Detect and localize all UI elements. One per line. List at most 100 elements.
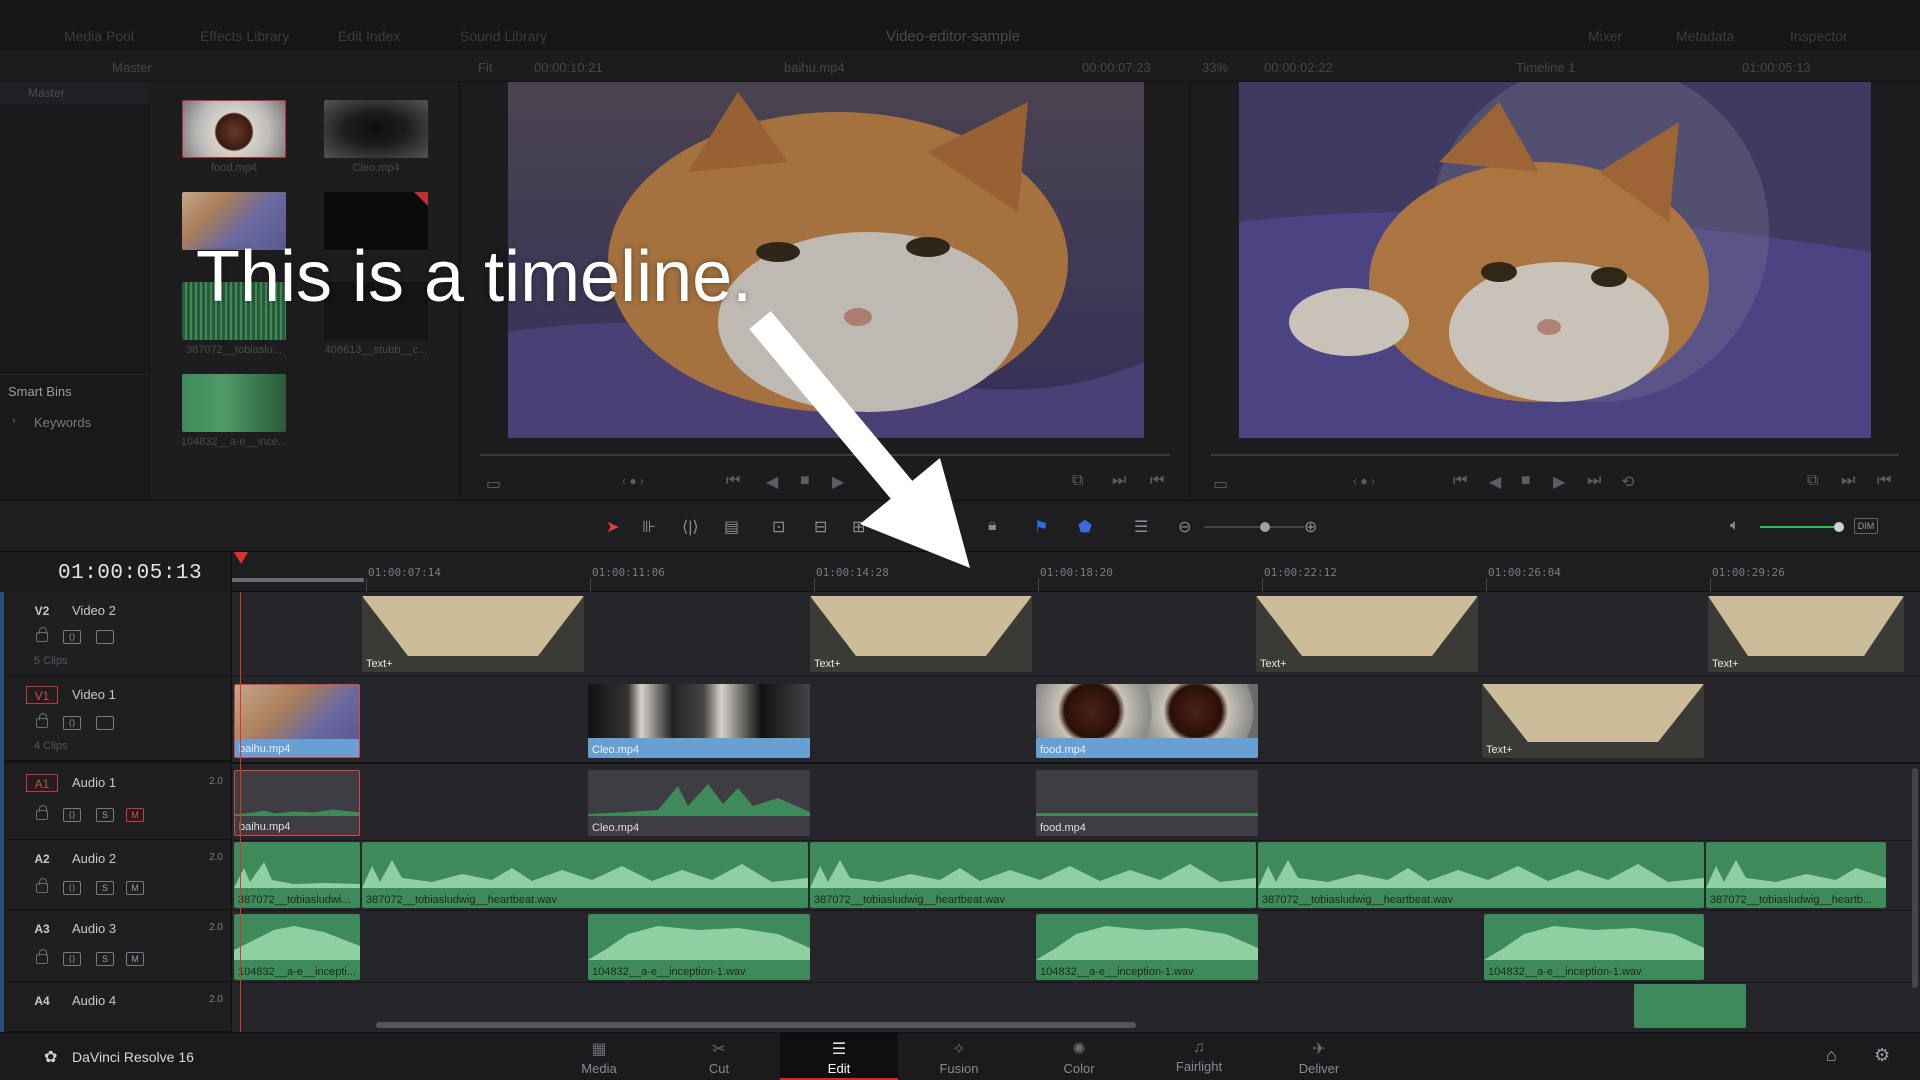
video-clip[interactable]: baihu.mp4	[234, 684, 360, 758]
mark-out-icon[interactable]: ⏭	[1112, 472, 1126, 490]
track-name[interactable]: Audio 4	[72, 993, 116, 1008]
auto-select-icon[interactable]: ⟨⟩	[63, 716, 81, 730]
text-clip[interactable]: Text+	[1708, 596, 1904, 672]
jog-icon[interactable]: ‹ ● ›	[622, 474, 644, 488]
zoom-in-icon[interactable]: ⊕	[1304, 517, 1317, 537]
solo-button[interactable]: S	[96, 808, 114, 822]
stop-icon[interactable]: ■	[1521, 472, 1531, 490]
match-frame-icon[interactable]: ⧉	[1807, 472, 1818, 490]
page-cut[interactable]: ✂ Cut	[660, 1033, 778, 1080]
lock-icon[interactable]	[36, 627, 48, 642]
audio-clip[interactable]: 387072__tobiasludwig__heartbeat.wav	[1258, 842, 1704, 908]
track-id[interactable]: A3	[26, 920, 58, 938]
vertical-scrollbar[interactable]	[1912, 768, 1918, 988]
auto-select-icon[interactable]: ⟨⟩	[63, 808, 81, 822]
track-id[interactable]: A2	[26, 850, 58, 868]
effects-library-tab[interactable]: Effects Library	[200, 28, 289, 44]
audio-clip[interactable]: 387072__tobiasludwig__heartb...	[1706, 842, 1886, 908]
lock-icon[interactable]	[36, 949, 48, 964]
timeline-tracks[interactable]: Text+ Text+ Text+ Text+ baihu.mp4 Cleo.m…	[232, 592, 1920, 1032]
horizontal-scrollbar[interactable]	[376, 1022, 1136, 1028]
link-lock-icon[interactable]: 🔒︎	[988, 517, 997, 535]
mixer-tab[interactable]: Mixer	[1588, 28, 1622, 44]
inspector-tab[interactable]: Inspector	[1790, 28, 1848, 44]
page-fairlight[interactable]: ♫ Fairlight	[1140, 1033, 1258, 1080]
keywords-bin[interactable]: Keywords	[34, 415, 91, 430]
flag-icon[interactable]: ⚑	[1034, 517, 1048, 537]
text-clip[interactable]: Text+	[1256, 596, 1478, 672]
text-clip[interactable]: Text+	[362, 596, 584, 672]
metadata-tab[interactable]: Metadata	[1676, 28, 1734, 44]
timeline-dropdown[interactable]: Timeline 1	[1516, 60, 1575, 75]
audio-clip[interactable]: 387072__tobiasludwig__heartbeat.wav	[810, 842, 1256, 908]
page-deliver[interactable]: ✈ Deliver	[1260, 1033, 1378, 1080]
audio-clip[interactable]: 104832__a-e__inception-1.wav	[1484, 914, 1704, 980]
page-edit[interactable]: ☰ Edit	[780, 1033, 898, 1080]
selection-tool-icon[interactable]: ➤	[606, 517, 619, 537]
clip-thumbnail[interactable]	[182, 100, 286, 158]
audio-clip[interactable]: baihu.mp4	[234, 770, 360, 836]
audio-clip-thumbnail[interactable]	[182, 374, 286, 432]
home-icon[interactable]: ⌂	[1826, 1045, 1837, 1066]
media-pool-tab[interactable]: Media Pool	[64, 28, 134, 44]
video-clip[interactable]: Cleo.mp4	[588, 684, 810, 758]
skip-end-icon[interactable]: ⏭	[1587, 472, 1601, 490]
mute-button[interactable]: M	[126, 952, 144, 966]
mute-button[interactable]: M	[126, 808, 144, 822]
lock-icon[interactable]	[36, 805, 48, 820]
track-id[interactable]: V2	[26, 602, 58, 620]
timeline-ruler[interactable]: 01:00:07:14 01:00:11:06 01:00:14:28 01:0…	[232, 552, 1920, 592]
gear-icon[interactable]: ⚙	[1874, 1045, 1890, 1066]
video-clip[interactable]: food.mp4	[1036, 684, 1258, 758]
text-clip[interactable]: Text+	[1482, 684, 1704, 758]
play-icon[interactable]: ▶	[1553, 472, 1565, 492]
zoom-slider[interactable]	[1204, 526, 1304, 528]
lock-icon[interactable]	[36, 713, 48, 728]
playhead-handle[interactable]	[234, 552, 248, 566]
mark-in-icon[interactable]: ⏮	[1877, 472, 1891, 490]
viewer-options-icon[interactable]: ▭	[1213, 474, 1228, 494]
clip-thumbnail[interactable]	[324, 100, 428, 158]
edit-index-tab[interactable]: Edit Index	[338, 28, 400, 44]
track-name[interactable]: Audio 3	[72, 921, 116, 936]
play-reverse-icon[interactable]: ◀	[1489, 472, 1501, 492]
dim-button[interactable]: DIM	[1854, 518, 1878, 534]
audio-clip[interactable]: food.mp4	[1036, 770, 1258, 836]
track-name[interactable]: Video 1	[72, 687, 116, 702]
mute-button[interactable]: M	[126, 881, 144, 895]
text-clip[interactable]: Text+	[810, 596, 1032, 672]
page-media[interactable]: ▦ Media	[540, 1033, 658, 1080]
auto-select-icon[interactable]: ⟨⟩	[63, 881, 81, 895]
skip-start-icon[interactable]: ⏮	[1453, 472, 1467, 490]
track-name[interactable]: Audio 1	[72, 775, 116, 790]
sound-library-tab[interactable]: Sound Library	[460, 28, 547, 44]
mark-out-icon[interactable]: ⏭	[1841, 472, 1855, 490]
match-frame-icon[interactable]: ⧉	[1072, 472, 1083, 490]
audio-clip[interactable]: 104832__a-e__inception-1.wav	[1036, 914, 1258, 980]
audio-clip[interactable]: 104832__a-e__inception-1.wav	[588, 914, 810, 980]
program-scrubber[interactable]	[1211, 454, 1899, 456]
track-visibility-icon[interactable]	[96, 716, 114, 730]
marker-icon[interactable]: ⬟	[1078, 517, 1092, 537]
track-name[interactable]: Audio 2	[72, 851, 116, 866]
track-visibility-icon[interactable]	[96, 630, 114, 644]
lock-icon[interactable]	[36, 878, 48, 893]
program-zoom-dropdown[interactable]: 33%	[1202, 60, 1228, 75]
source-clip-dropdown[interactable]: baihu.mp4	[784, 60, 845, 75]
zoom-out-icon[interactable]: ⊖	[1178, 517, 1191, 537]
master-bin-row[interactable]: Master	[0, 82, 150, 104]
mark-in-icon[interactable]: ⏮	[1150, 472, 1164, 490]
loop-icon[interactable]: ⟲	[1621, 472, 1634, 492]
chevron-right-icon[interactable]: ›	[12, 415, 16, 427]
dynamic-trim-icon[interactable]: ⟨|⟩	[682, 517, 699, 537]
zoom-slider-handle[interactable]	[1260, 522, 1270, 532]
volume-handle[interactable]	[1834, 522, 1844, 532]
blade-tool-icon[interactable]: ▤	[724, 517, 739, 537]
audio-clip[interactable]: 387072__tobiasludwi...	[234, 842, 360, 908]
volume-slider[interactable]	[1760, 526, 1838, 528]
viewer-options-icon[interactable]: ▭	[486, 474, 501, 494]
skip-start-icon[interactable]: ⏮	[726, 472, 740, 490]
speaker-icon[interactable]: 🔈︎	[1730, 517, 1740, 535]
playhead[interactable]	[240, 592, 241, 1032]
track-id[interactable]: V1	[26, 686, 58, 704]
